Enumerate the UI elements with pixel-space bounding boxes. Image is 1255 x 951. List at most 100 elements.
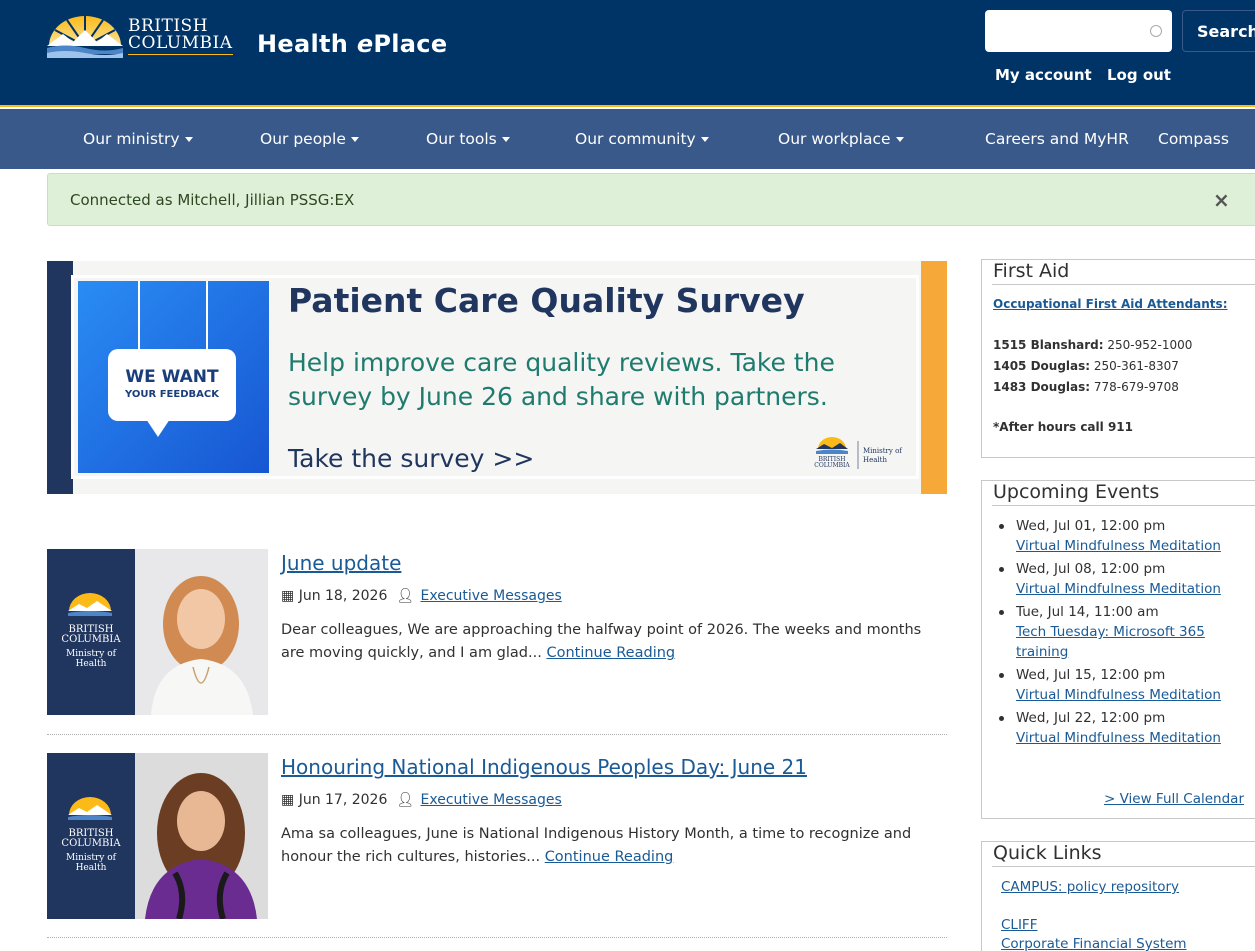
caret-down-icon [350, 137, 359, 142]
search-button[interactable]: Search [1182, 10, 1255, 52]
nav-label: Our people [260, 130, 346, 148]
bc-ministry-health-logo: BRITISH COLUMBIA Ministry of Health [814, 437, 903, 469]
main-nav: Our ministry Our people Our tools Our co… [0, 109, 1255, 169]
nav-our-people[interactable]: Our people [260, 130, 359, 148]
nav-label: Our tools [426, 130, 497, 148]
nav-careers-myhr[interactable]: Careers and MyHR [985, 130, 1129, 148]
article-title-link[interactable]: Honouring National Indigenous Peoples Da… [281, 755, 807, 779]
widget-title-rule [992, 284, 1255, 285]
site-header: BRITISH COLUMBIA Health ePlace Search My… [0, 0, 1255, 107]
event-date: Wed, Jul 08, 12:00 pm [1016, 561, 1166, 577]
event-item: Wed, Jul 08, 12:00 pm Virtual Mindfulness… [993, 559, 1255, 599]
search-clear-icon[interactable] [1150, 25, 1162, 37]
event-item: Wed, Jul 01, 12:00 pm Virtual Mindfulness… [993, 516, 1255, 556]
site-title-suffix: Place [373, 30, 448, 58]
thumb-line: Health [75, 659, 107, 669]
article-category-link[interactable]: Executive Messages [421, 792, 562, 808]
bc-logo-sun-icon[interactable] [45, 10, 125, 60]
quick-link-cliff[interactable]: CLIFF [1001, 917, 1037, 933]
bubble-line-1: WE WANT [125, 367, 219, 387]
thumb-logo-text: BRITISH COLUMBIA [47, 625, 135, 645]
user-icon: 👤︎ [396, 588, 415, 604]
article-thumbnail[interactable]: BRITISH COLUMBIA Ministry of Health [47, 753, 268, 919]
continue-reading-link[interactable]: Continue Reading [545, 849, 674, 865]
survey-banner[interactable]: WE WANT YOUR FEEDBACK Patient Care Quali… [47, 261, 947, 494]
search-input[interactable] [985, 10, 1145, 52]
site-title-italic: e [356, 30, 374, 58]
article-excerpt: Ama sa colleagues, June is National Indi… [281, 823, 941, 869]
event-link[interactable]: Tech Tuesday: Microsoft 365 training [1016, 622, 1255, 662]
contact-phone: 250-952-1000 [1107, 338, 1193, 352]
speech-bubble: WE WANT YOUR FEEDBACK [108, 349, 236, 421]
event-item: Wed, Jul 15, 12:00 pm Virtual Mindfulness… [993, 665, 1255, 705]
site-title-prefix: Health [257, 30, 357, 58]
article-divider [47, 937, 947, 938]
contact-label: 1483 Douglas: [993, 380, 1091, 394]
log-out-link[interactable]: Log out [1107, 66, 1171, 84]
nav-our-workplace[interactable]: Our workplace [778, 130, 904, 148]
view-full-calendar-link[interactable]: > View Full Calendar [1104, 791, 1244, 807]
first-aid-contact: 1515 Blanshard: 250-952-1000 [993, 338, 1192, 352]
ministry-line-1: Ministry of [863, 447, 903, 455]
first-aid-attendants-link[interactable]: Occupational First Aid Attendants: [993, 297, 1228, 311]
article-title-link[interactable]: June update [281, 551, 401, 575]
thumb-logo-text: BRITISH COLUMBIA [47, 829, 135, 849]
feedback-illustration: WE WANT YOUR FEEDBACK [78, 281, 269, 473]
my-account-link[interactable]: My account [995, 66, 1092, 84]
thumb-ministry-text: Ministry of Health [47, 853, 135, 873]
event-item: Tue, Jul 14, 11:00 am Tech Tuesday: Micro… [993, 602, 1255, 662]
nav-compass[interactable]: Compass [1158, 130, 1229, 148]
first-aid-contact: 1405 Douglas: 250-361-8307 [993, 359, 1179, 373]
caret-down-icon [700, 137, 709, 142]
event-link[interactable]: Virtual Mindfulness Meditation [1016, 728, 1255, 748]
first-aid-title: First Aid [993, 260, 1070, 282]
contact-label: 1405 Douglas: [993, 359, 1091, 373]
widget-title-rule [992, 866, 1255, 867]
quick-link-campus[interactable]: CAMPUS: policy repository [1001, 879, 1179, 895]
quick-link-corporate-financial[interactable]: Corporate Financial System [1001, 936, 1187, 951]
thumb-line: Health [75, 863, 107, 873]
contact-phone: 778-679-9708 [1093, 380, 1179, 394]
nav-our-ministry[interactable]: Our ministry [83, 130, 193, 148]
alert-text: Connected as Mitchell, Jillian PSSG:EX [70, 191, 355, 209]
continue-reading-link[interactable]: Continue Reading [546, 645, 675, 661]
nav-our-tools[interactable]: Our tools [426, 130, 510, 148]
sign-string [206, 281, 208, 349]
site-title[interactable]: Health ePlace [257, 30, 447, 58]
banner-title: Patient Care Quality Survey [288, 281, 805, 320]
event-link[interactable]: Virtual Mindfulness Meditation [1016, 536, 1255, 556]
thumb-line: Ministry of [65, 853, 116, 863]
banner-frame-right [921, 261, 947, 494]
event-link[interactable]: Virtual Mindfulness Meditation [1016, 579, 1255, 599]
portrait-photo [135, 549, 268, 715]
bullet-icon [999, 610, 1004, 615]
thumb-line: Ministry of [65, 649, 116, 659]
banner-cta[interactable]: Take the survey >> [288, 444, 534, 473]
bc-sun-icon [68, 797, 112, 820]
article-category-link[interactable]: Executive Messages [421, 588, 562, 604]
bullet-icon [999, 524, 1004, 529]
bullet-icon [999, 716, 1004, 721]
quick-links-widget: Quick Links CAMPUS: policy repository CL… [981, 841, 1255, 951]
bc-logo-text[interactable]: BRITISH COLUMBIA [128, 18, 233, 55]
upcoming-events-widget: Upcoming Events Wed, Jul 01, 12:00 pm Vir… [981, 480, 1255, 819]
logo-text-2: COLUMBIA [814, 462, 850, 469]
calendar-icon: ▦ [281, 792, 295, 808]
article-date: Jun 17, 2026 [298, 792, 388, 808]
speech-bubble-tail [146, 419, 170, 437]
article-meta: ▦ Jun 18, 2026 👤︎ Executive Messages [281, 588, 562, 604]
close-icon[interactable]: × [1213, 188, 1230, 212]
logo-line-2: COLUMBIA [128, 33, 233, 55]
event-link[interactable]: Virtual Mindfulness Meditation [1016, 685, 1255, 705]
article-thumbnail[interactable]: BRITISH COLUMBIA Ministry of Health [47, 549, 268, 715]
contact-phone: 250-361-8307 [1093, 359, 1179, 373]
nav-label: Our workplace [778, 130, 891, 148]
nav-our-community[interactable]: Our community [575, 130, 709, 148]
events-title: Upcoming Events [993, 481, 1160, 503]
connected-alert: Connected as Mitchell, Jillian PSSG:EX × [47, 173, 1255, 226]
caret-down-icon [184, 137, 193, 142]
calendar-icon: ▦ [281, 588, 295, 604]
banner-subtitle: Help improve care quality reviews. Take … [288, 348, 835, 411]
thumb-line: COLUMBIA [61, 634, 121, 645]
thumb-line: COLUMBIA [61, 838, 121, 849]
